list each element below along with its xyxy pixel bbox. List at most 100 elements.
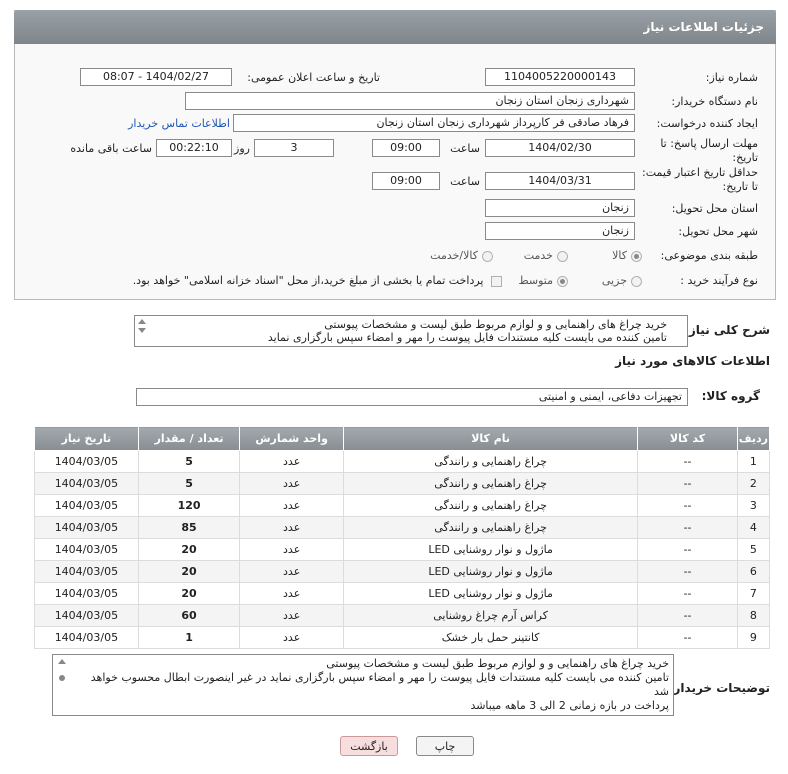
cell-unit: عدد (239, 560, 344, 583)
cell-date: 1404/03/05 (34, 626, 139, 649)
cell-date: 1404/03/05 (34, 494, 139, 517)
cell-code: -- (637, 538, 738, 561)
cell-row: 3 (736, 494, 771, 517)
price-valid-label: حداقل تاریخ اعتبار قیمت: تا تاریخ: (642, 166, 758, 193)
goods-group-field[interactable]: تجهیزات دفاعی، ایمنی و امنیتی (136, 388, 688, 406)
creator-field[interactable]: فرهاد صادقی فر کارپرداز شهرداری زنجان اس… (233, 114, 635, 132)
radio-selected-icon (631, 250, 642, 262)
goods-table: ردیف کد کالا نام کالا واحد شمارش تعداد /… (34, 426, 771, 649)
province-field[interactable]: زنجان (485, 199, 635, 217)
buyer-org-field[interactable]: شهرداری زنجان استان زنجان (185, 92, 635, 110)
description-line: خرید چراغ های راهنمایی و و لوازم مربوط ط… (324, 318, 667, 331)
scroll-up-icon[interactable] (138, 319, 146, 324)
purchase-type-label: نوع فرآیند خرید : (680, 274, 758, 287)
cell-name: چراغ راهنمایی و رانندگی (342, 472, 639, 495)
cell-date: 1404/03/05 (34, 604, 139, 627)
buyer-org-label: نام دستگاه خریدار: (671, 95, 758, 108)
cell-unit: عدد (239, 516, 344, 539)
deadline-time-field[interactable]: 09:00 (372, 139, 440, 157)
buyer-notes-textarea[interactable]: خرید چراغ های راهنمایی و و لوازم مربوط ط… (52, 654, 674, 716)
table-row[interactable]: 6 -- ماژول و نوار روشنایی LED عدد 20 1404/03/… (34, 560, 771, 583)
description-textarea[interactable]: خرید چراغ های راهنمایی و و لوازم مربوط ط… (134, 315, 688, 347)
radio-icon (557, 250, 568, 262)
price-valid-date-field[interactable]: 1404/03/31 (485, 172, 635, 190)
description-line: تامین کننده می بایست کلیه مستندات فایل پ… (267, 331, 667, 344)
remaining-label: ساعت باقی مانده (70, 142, 152, 155)
scroll-up-icon[interactable] (58, 659, 66, 664)
table-row[interactable]: 1 -- چراغ راهنمایی و رانندگی عدد 5 1404/03/05 (34, 450, 771, 473)
deadline-date-field[interactable]: 1404/02/30 (485, 139, 635, 157)
cell-row: 7 (736, 582, 771, 605)
purchase-option-medium[interactable]: متوسط (518, 274, 568, 287)
cell-row: 9 (736, 626, 771, 649)
purchase-option-minor[interactable]: جزیی (602, 274, 642, 287)
category-option-both[interactable]: کالا/خدمت (430, 249, 493, 262)
cell-name: ماژول و نوار روشنایی LED (342, 538, 639, 561)
cell-date: 1404/03/05 (34, 516, 139, 539)
need-number-field[interactable]: 1104005220000143 (485, 68, 635, 86)
cell-qty: 5 (137, 472, 241, 495)
col-code: کد کالا (637, 426, 738, 451)
remaining-time-field[interactable]: 00:22:10 (156, 139, 232, 157)
contact-buyer-link[interactable]: اطلاعات تماس خریدار (128, 117, 230, 130)
col-date: تاریخ نیاز (34, 426, 139, 451)
buyer-notes-line: خرید چراغ های راهنمایی و و لوازم مربوط ط… (326, 657, 669, 670)
price-valid-time-label: ساعت (450, 175, 480, 188)
panel-title: جزئیات اطلاعات نیاز (14, 10, 776, 44)
table-row[interactable]: 3 -- چراغ راهنمایی و رانندگی عدد 120 1404/03/… (34, 494, 771, 517)
table-row[interactable]: 2 -- چراغ راهنمایی و رانندگی عدد 5 1404/03/05 (34, 472, 771, 495)
price-valid-time-field[interactable]: 09:00 (372, 172, 440, 190)
province-label: استان محل تحویل: (671, 202, 758, 215)
creator-label: ایجاد کننده درخواست: (656, 117, 758, 130)
scroll-thumb-icon[interactable] (59, 675, 65, 681)
cell-code: -- (637, 626, 738, 649)
back-button[interactable]: بازگشت (340, 736, 398, 756)
goods-section-title: اطلاعات کالاهای مورد نیاز (615, 354, 770, 368)
table-row[interactable]: 9 -- کانتینر حمل بار خشک عدد 1 1404/03/05 (34, 626, 771, 649)
deadline-time-label: ساعت (450, 142, 480, 155)
cell-date: 1404/03/05 (34, 582, 139, 605)
cell-code: -- (637, 582, 738, 605)
cell-date: 1404/03/05 (34, 450, 139, 473)
table-row[interactable]: 4 -- چراغ راهنمایی و رانندگی عدد 85 1404/03/0… (34, 516, 771, 539)
need-number-label: شماره نیاز: (705, 71, 758, 84)
cell-row: 1 (736, 450, 771, 473)
cell-unit: عدد (239, 582, 344, 605)
cell-name: چراغ راهنمایی و رانندگی (342, 494, 639, 517)
announce-field[interactable]: 1404/02/27 - 08:07 (80, 68, 232, 86)
buyer-notes-line: پرداخت در بازه زمانی 2 الی 3 ماهه میباشد (470, 699, 669, 712)
description-label: شرح کلی نیاز: (684, 323, 770, 337)
table-row[interactable]: 8 -- کراس آرم چراغ روشنایی عدد 60 1404/03/05 (34, 604, 771, 627)
col-qty: تعداد / مقدار (137, 426, 241, 451)
radio-selected-icon (557, 275, 568, 287)
cell-qty: 1 (137, 626, 241, 649)
cell-qty: 20 (137, 560, 241, 583)
table-row[interactable]: 5 -- ماژول و نوار روشنایی LED عدد 20 1404/03/… (34, 538, 771, 561)
cell-qty: 85 (137, 516, 241, 539)
category-option-service[interactable]: خدمت (524, 249, 568, 262)
city-field[interactable]: زنجان (485, 222, 635, 240)
treasury-payment-option[interactable]: پرداخت تمام یا بخشی از مبلغ خرید،از محل … (133, 274, 502, 287)
category-label: طبقه بندی موضوعی: (660, 249, 758, 262)
cell-code: -- (637, 516, 738, 539)
cell-unit: عدد (239, 450, 344, 473)
cell-qty: 20 (137, 538, 241, 561)
cell-date: 1404/03/05 (34, 560, 139, 583)
scroll-down-icon[interactable] (138, 328, 146, 333)
table-row[interactable]: 7 -- ماژول و نوار روشنایی LED عدد 20 1404/03/… (34, 582, 771, 605)
cell-unit: عدد (239, 626, 344, 649)
announce-label: تاریخ و ساعت اعلان عمومی: (247, 71, 380, 84)
cell-qty: 120 (137, 494, 241, 517)
deadline-label: مهلت ارسال پاسخ: تا تاریخ: (660, 137, 758, 164)
print-button[interactable]: چاپ (416, 736, 474, 756)
cell-name: ماژول و نوار روشنایی LED (342, 582, 639, 605)
cell-code: -- (637, 604, 738, 627)
cell-qty: 5 (137, 450, 241, 473)
cell-name: کانتینر حمل بار خشک (342, 626, 639, 649)
days-field[interactable]: 3 (254, 139, 334, 157)
radio-icon (631, 275, 642, 287)
checkbox-icon (491, 275, 502, 287)
cell-code: -- (637, 472, 738, 495)
category-option-goods[interactable]: کالا (612, 249, 642, 262)
cell-row: 4 (736, 516, 771, 539)
